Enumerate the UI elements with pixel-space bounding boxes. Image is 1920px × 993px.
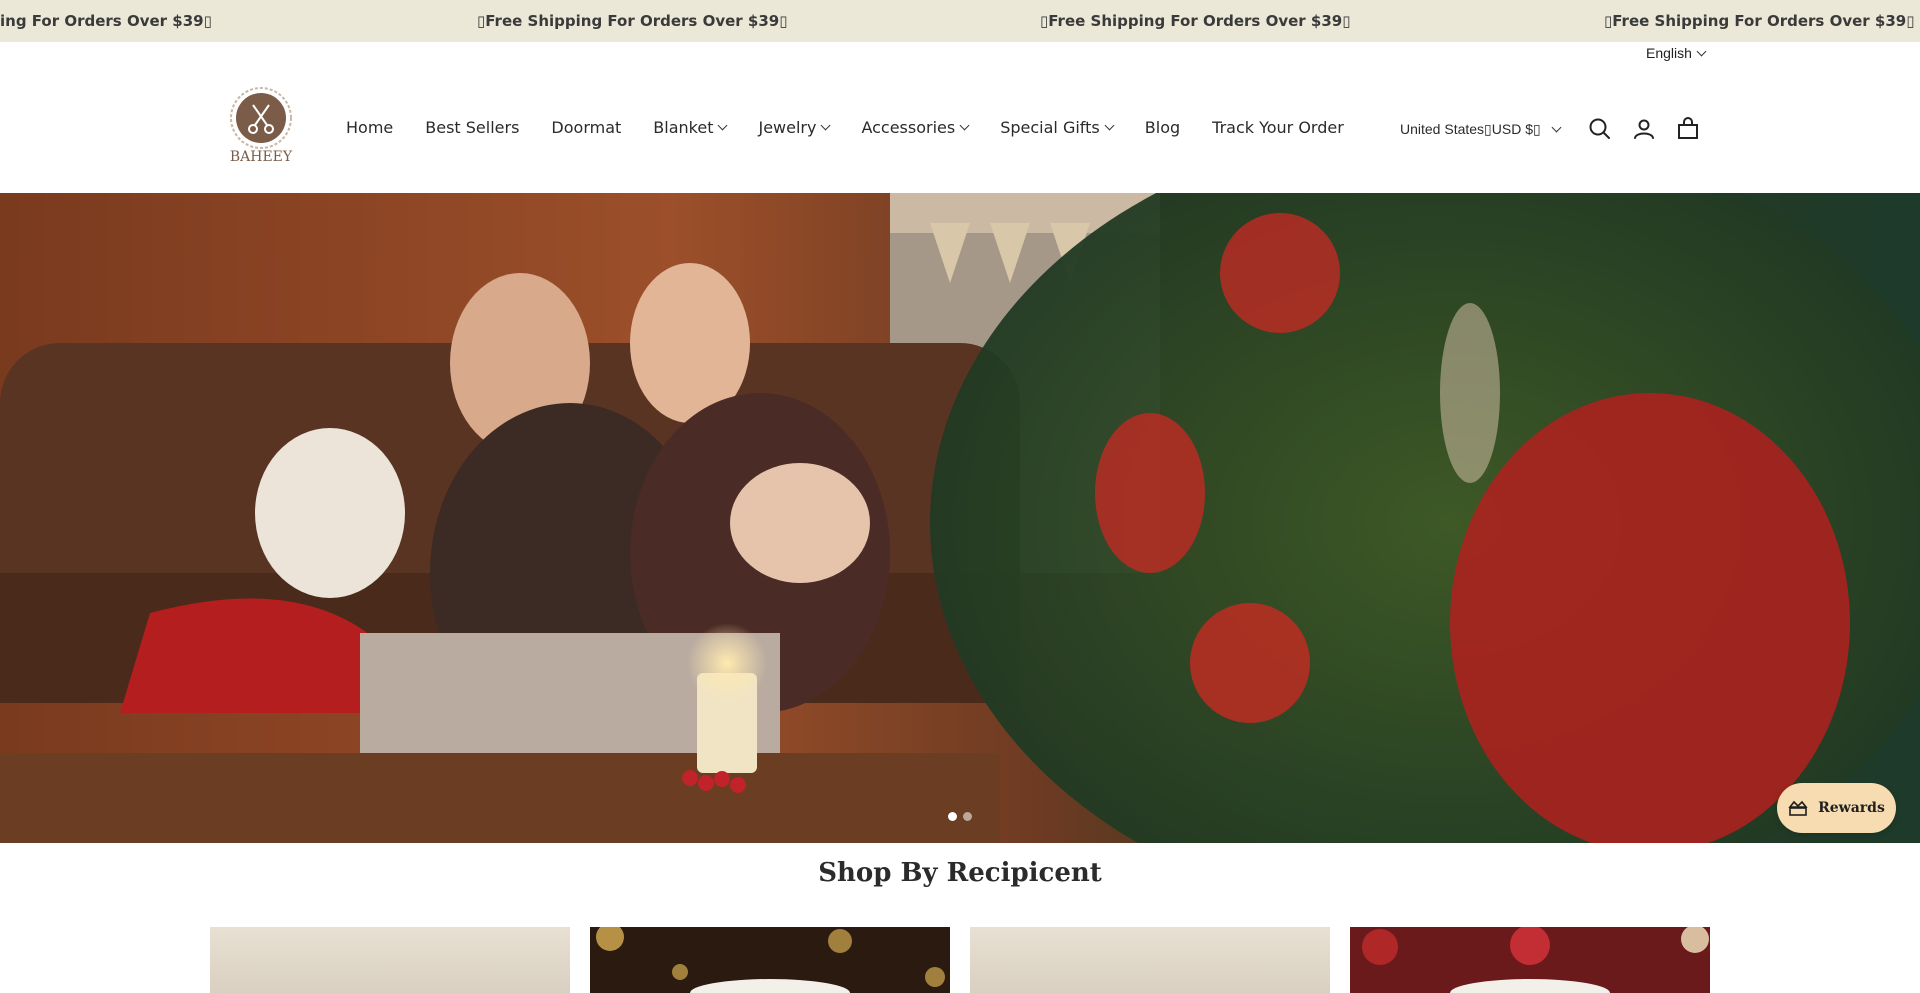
section-title: Shop By Recipicent bbox=[818, 858, 1102, 888]
language-selector[interactable]: English bbox=[1646, 45, 1707, 61]
nav-label: Blog bbox=[1144, 118, 1181, 137]
recipient-card[interactable] bbox=[210, 927, 570, 993]
nav-item-doormat[interactable]: Doormat bbox=[551, 118, 621, 137]
chevron-down-icon bbox=[1104, 120, 1115, 131]
announcement-message: ▯Free Shipping For Orders Over $39▯ bbox=[477, 12, 788, 30]
nav-item-best-sellers[interactable]: Best Sellers bbox=[425, 118, 519, 137]
card-image bbox=[1362, 927, 1709, 993]
chevron-down-icon bbox=[821, 120, 831, 131]
slide-dot[interactable] bbox=[948, 812, 957, 821]
chevron-down-icon bbox=[718, 120, 728, 131]
hero-image bbox=[0, 193, 1920, 843]
announcement-bar: ing For Orders Over $39▯ ▯Free Shipping … bbox=[0, 0, 1920, 42]
brand-logo[interactable]: BAHEEY bbox=[226, 85, 296, 169]
announcement-message: ▯Free Shipping For Orders Over $39▯ bbox=[1040, 12, 1351, 30]
announcement-message: ing For Orders Over $39▯ bbox=[0, 12, 212, 30]
nav-item-home[interactable]: Home bbox=[346, 118, 393, 137]
rewards-label: Rewards bbox=[1818, 800, 1885, 816]
crown-basket-icon bbox=[1788, 800, 1808, 816]
hero-banner[interactable] bbox=[0, 193, 1920, 843]
nav-item-accessories[interactable]: Accessories bbox=[861, 118, 970, 137]
account-icon[interactable] bbox=[1631, 116, 1657, 142]
currency-label: United States▯USD $▯ bbox=[1400, 121, 1541, 137]
nav-label: Jewelry bbox=[758, 118, 817, 137]
recipient-card[interactable] bbox=[590, 927, 950, 993]
nav-label: Accessories bbox=[861, 118, 956, 137]
slide-indicators bbox=[948, 812, 972, 821]
card-image bbox=[210, 927, 570, 993]
nav-item-jewelry[interactable]: Jewelry bbox=[758, 118, 831, 137]
nav-label: Blanket bbox=[653, 118, 714, 137]
nav-item-blanket[interactable]: Blanket bbox=[653, 118, 728, 137]
chevron-down-icon bbox=[1551, 122, 1562, 133]
nav-item-blog[interactable]: Blog bbox=[1145, 118, 1180, 137]
announcement-message: ▯Free Shipping For Orders Over $39▯ bbox=[1604, 12, 1915, 30]
card-image bbox=[596, 927, 945, 993]
cart-icon[interactable] bbox=[1675, 116, 1701, 142]
nav-item-track-order[interactable]: Track Your Order bbox=[1212, 118, 1344, 137]
nav-item-special-gifts[interactable]: Special Gifts bbox=[1000, 118, 1115, 137]
nav-label: Best Sellers bbox=[425, 118, 520, 137]
nav-label: Track Your Order bbox=[1212, 118, 1344, 137]
slide-dot[interactable] bbox=[963, 812, 972, 821]
rewards-button[interactable]: Rewards bbox=[1777, 783, 1896, 833]
chevron-down-icon bbox=[959, 120, 970, 131]
recipient-card[interactable] bbox=[1350, 927, 1710, 993]
recipient-card[interactable] bbox=[970, 927, 1330, 993]
currency-selector[interactable]: United States▯USD $▯ bbox=[1400, 121, 1562, 138]
brand-name: BAHEEY bbox=[229, 149, 293, 165]
card-image bbox=[970, 927, 1330, 993]
search-icon[interactable] bbox=[1587, 116, 1613, 142]
language-label: English bbox=[1646, 45, 1692, 61]
nav-label: Home bbox=[346, 118, 394, 137]
chevron-down-icon bbox=[1696, 46, 1707, 56]
nav-label: Special Gifts bbox=[1000, 118, 1100, 137]
nav-label: Doormat bbox=[551, 118, 622, 137]
main-nav: Home Best Sellers Doormat Blanket Jewelr… bbox=[346, 118, 1376, 137]
